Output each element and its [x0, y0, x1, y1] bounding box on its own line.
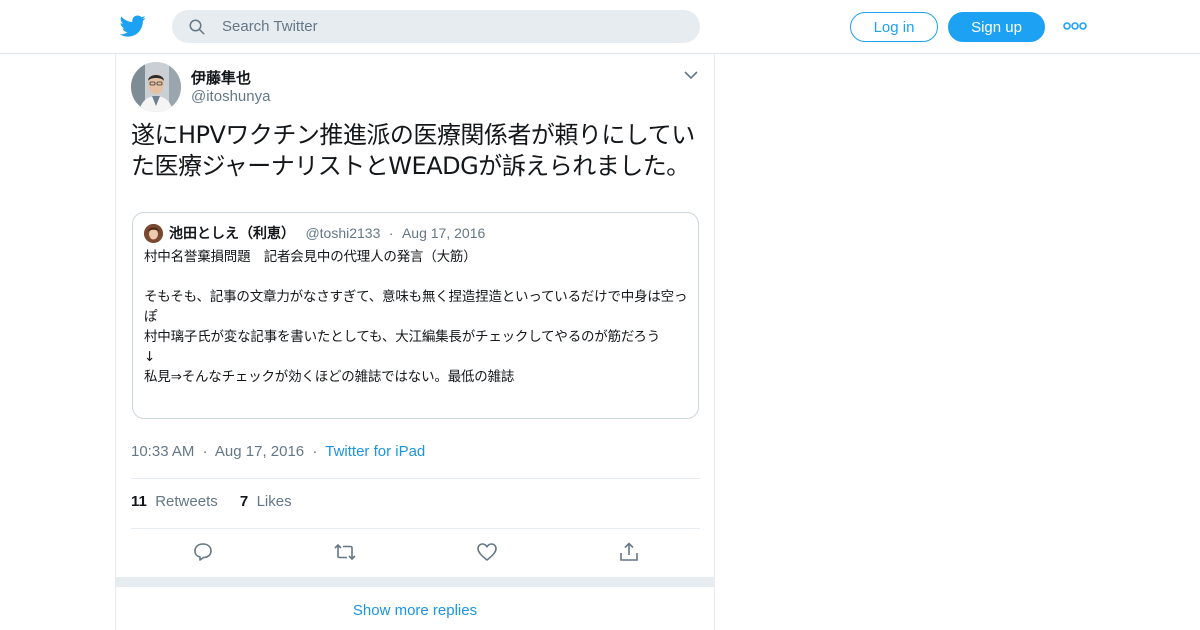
quote-avatar-image — [144, 224, 163, 243]
avatar-image — [131, 62, 181, 112]
search-bar[interactable] — [172, 10, 700, 43]
top-nav: Log in Sign up — [0, 0, 1200, 54]
search-icon — [189, 19, 205, 35]
meta-separator: · — [202, 443, 208, 460]
section-separator — [116, 577, 714, 587]
login-button[interactable]: Log in — [850, 12, 938, 42]
likes-label: Likes — [256, 493, 292, 510]
retweets-label: Retweets — [155, 493, 218, 510]
retweets-count: 11 — [131, 493, 147, 510]
reply-icon[interactable] — [191, 540, 215, 564]
quoted-tweet[interactable]: 池田としえ（利恵） @toshi2133 · Aug 17, 2016 村中名誉… — [132, 212, 699, 419]
likes-stat[interactable]: 7 Likes — [240, 493, 292, 510]
retweet-icon[interactable] — [333, 540, 357, 564]
quote-avatar — [144, 224, 163, 243]
tweet-date[interactable]: Aug 17, 2016 — [215, 443, 304, 460]
tweet-source-link[interactable]: Twitter for iPad — [325, 443, 425, 460]
tweet-text: 遂にHPVワクチン推進派の医療関係者が頼りにしていた医療ジャーナリストとWEAD… — [131, 121, 695, 180]
quote-header: 池田としえ（利恵） @toshi2133 · Aug 17, 2016 — [169, 223, 485, 243]
tweet-metadata: 10:33 AM · Aug 17, 2016 · Twitter for iP… — [131, 443, 425, 460]
search-input[interactable] — [222, 10, 682, 43]
quote-display-name: 池田としえ（利恵） — [169, 226, 295, 242]
quote-separator: · — [388, 225, 394, 241]
twitter-bird-icon[interactable] — [120, 13, 146, 39]
chevron-down-icon[interactable] — [684, 70, 698, 80]
more-dots-icon[interactable] — [1062, 16, 1088, 36]
tweet-actions — [116, 540, 716, 570]
tweet-column: 伊藤隼也 @itoshunya 遂にHPVワクチン推進派の医療関係者が頼りにして… — [115, 54, 715, 630]
tweet-time[interactable]: 10:33 AM — [131, 443, 194, 460]
show-more-replies-link[interactable]: Show more replies — [116, 602, 714, 619]
like-icon[interactable] — [475, 540, 499, 564]
quote-handle: @toshi2133 — [305, 225, 381, 241]
likes-count: 7 — [239, 493, 249, 510]
quote-text: 村中名誉棄損問題 記者会見中の代理人の発言（大筋） そもそも、記事の文章力がなさ… — [144, 249, 688, 385]
quote-date: Aug 17, 2016 — [401, 225, 486, 241]
retweets-stat[interactable]: 11 Retweets — [131, 493, 218, 510]
divider — [131, 478, 700, 479]
signup-button[interactable]: Sign up — [948, 12, 1045, 42]
author-handle[interactable]: @itoshunya — [191, 88, 270, 105]
avatar[interactable] — [131, 62, 181, 112]
tweet-stats: 11 Retweets 7 Likes — [131, 493, 292, 510]
share-icon[interactable] — [617, 540, 641, 564]
author-display-name[interactable]: 伊藤隼也 — [191, 67, 251, 88]
divider — [131, 528, 700, 529]
meta-separator: · — [312, 443, 318, 460]
